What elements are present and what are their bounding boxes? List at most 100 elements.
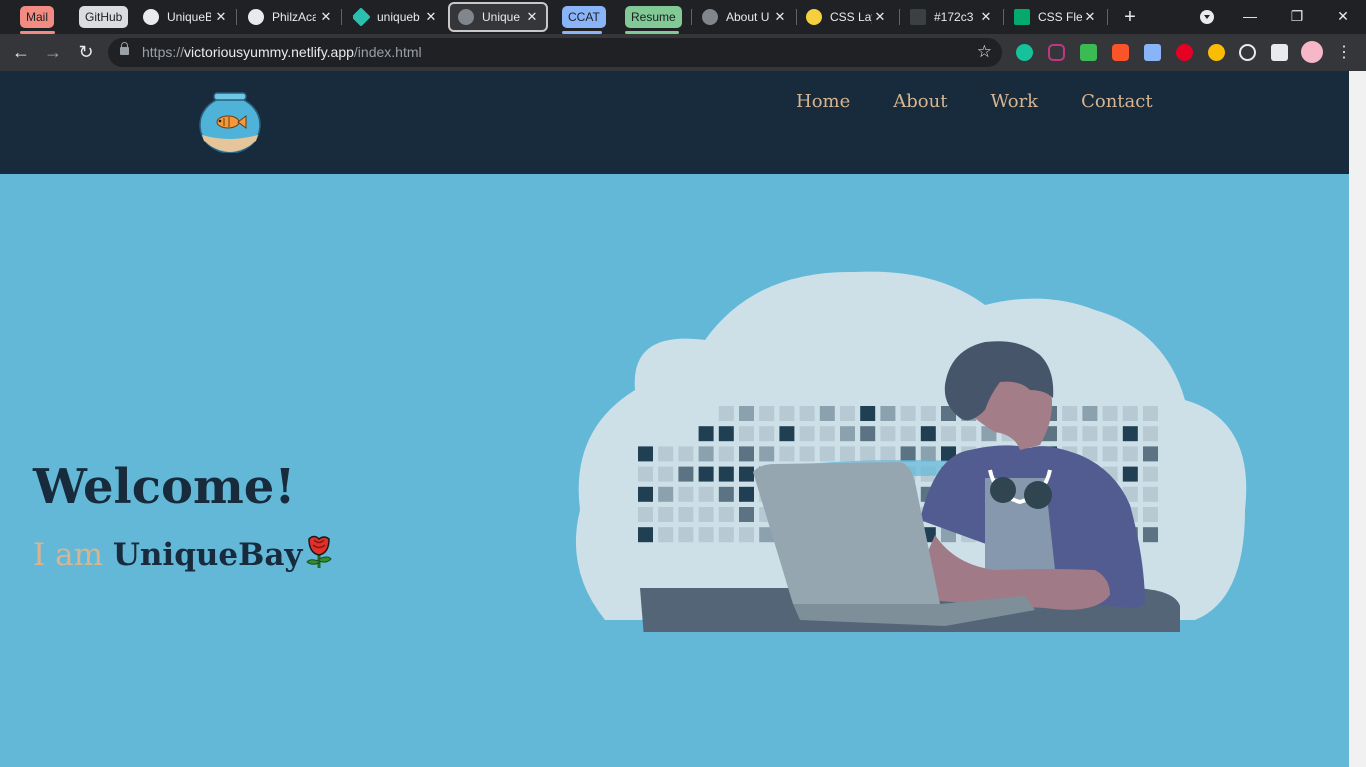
- tab-group-mail[interactable]: Mail: [20, 6, 55, 28]
- close-window-button[interactable]: ✕: [1330, 4, 1356, 28]
- tab-group-ccat[interactable]: CCAT: [562, 6, 606, 28]
- pixel-cell: [880, 426, 896, 442]
- bookmark-star-icon[interactable]: ☆: [977, 42, 992, 62]
- pixel-cell: [638, 446, 653, 462]
- pixel-cell: [718, 466, 734, 482]
- pixel-cell: [658, 486, 674, 502]
- grammarly-icon[interactable]: [1016, 44, 1033, 61]
- forward-button[interactable]: →: [41, 40, 65, 64]
- close-icon[interactable]: ✕: [524, 9, 540, 25]
- pixel-cell: [658, 507, 674, 522]
- pixel-cell: [678, 446, 694, 462]
- tab-separator: [691, 9, 692, 25]
- pixel-cell: [1102, 446, 1118, 462]
- url-text[interactable]: https://victoriousyummy.netlify.app/inde…: [142, 44, 422, 60]
- instagram-icon[interactable]: [1048, 44, 1065, 61]
- pinterest-icon[interactable]: [1176, 44, 1193, 61]
- page-scrollbar[interactable]: [1349, 71, 1366, 767]
- tab-title: CSS Fle: [1038, 10, 1082, 24]
- tab-css-flexbox[interactable]: CSS Fle ✕: [1014, 4, 1098, 30]
- pixel-cell: [739, 446, 754, 462]
- pixel-cell: [819, 426, 835, 442]
- address-bar[interactable]: https://victoriousyummy.netlify.app/inde…: [108, 38, 1002, 67]
- pixel-cell: [718, 406, 734, 421]
- nav-contact[interactable]: Contact: [1081, 91, 1152, 112]
- avg-icon[interactable]: [1080, 44, 1097, 61]
- pixel-cell: [718, 486, 734, 502]
- close-icon[interactable]: ✕: [423, 9, 439, 25]
- pixel-cell: [739, 406, 754, 421]
- react-icon[interactable]: [1239, 44, 1256, 61]
- chrome-color-icon[interactable]: [1208, 44, 1225, 61]
- puzzle-icon[interactable]: [1271, 44, 1288, 61]
- pixel-cell: [1122, 446, 1138, 462]
- lock-icon[interactable]: [120, 42, 129, 55]
- pixel-cell: [718, 507, 734, 522]
- new-tab-button[interactable]: +: [1120, 4, 1140, 30]
- nav-work[interactable]: Work: [990, 91, 1038, 112]
- brave-icon[interactable]: [1112, 44, 1129, 61]
- close-icon[interactable]: ✕: [318, 9, 334, 25]
- netlify-icon: [353, 7, 371, 27]
- close-icon[interactable]: ✕: [213, 9, 229, 25]
- pixel-cell: [678, 527, 694, 543]
- tab-color-172c3c[interactable]: #172c3 ✕: [910, 4, 994, 30]
- pixel-cell: [819, 406, 835, 421]
- tab-separator: [899, 9, 900, 25]
- pixel-cell: [678, 466, 694, 482]
- tab-separator: [341, 9, 342, 25]
- hero-subtitle: I am UniqueBay: [33, 531, 334, 573]
- pixel-cell: [1122, 426, 1138, 442]
- nav-home[interactable]: Home: [796, 91, 850, 112]
- pixel-cell: [1102, 406, 1118, 421]
- tab-title: Unique: [482, 10, 521, 24]
- pixel-cell: [698, 466, 714, 482]
- camera-icon[interactable]: [1144, 44, 1161, 61]
- tab-group-resume[interactable]: Resume: [625, 6, 682, 28]
- restore-button[interactable]: ❐: [1284, 4, 1310, 28]
- more-menu-icon[interactable]: ⋮: [1336, 42, 1352, 62]
- pixel-cell: [900, 406, 916, 421]
- pixel-cell: [759, 446, 775, 462]
- back-button[interactable]: ←: [9, 40, 33, 64]
- tab-title: #172c3: [934, 10, 974, 24]
- pixel-cell: [840, 406, 855, 421]
- pixel-cell: [658, 466, 674, 482]
- url-host: victoriousyummy.netlify.app: [184, 44, 354, 60]
- pixel-cell: [1062, 406, 1078, 421]
- tab-uniquebay-netlify[interactable]: uniqueb ✕: [353, 4, 439, 30]
- pixel-cell: [1122, 466, 1138, 482]
- tab-philzacademy[interactable]: PhilzAca ✕: [248, 4, 334, 30]
- pixel-cell: [718, 527, 734, 543]
- minimize-button[interactable]: —: [1237, 4, 1263, 28]
- pixel-cell: [739, 486, 754, 502]
- close-icon[interactable]: ✕: [1082, 9, 1098, 25]
- tab-about-us[interactable]: About U ✕: [702, 4, 788, 30]
- pixel-cell: [678, 486, 694, 502]
- tab-group-github[interactable]: GitHub: [79, 6, 129, 28]
- pixel-cell: [860, 426, 876, 442]
- nav-about[interactable]: About: [893, 91, 947, 112]
- close-icon[interactable]: ✕: [872, 9, 888, 25]
- close-icon[interactable]: ✕: [978, 9, 994, 25]
- tab-group-label: Mail: [26, 10, 49, 24]
- pixel-cell: [698, 446, 714, 462]
- pixel-cell: [1143, 426, 1158, 442]
- pixel-cell: [819, 446, 835, 462]
- tab-css-layout[interactable]: CSS Lay ✕: [806, 4, 888, 30]
- tab-separator: [796, 9, 797, 25]
- pixel-cell: [961, 426, 977, 442]
- close-icon[interactable]: ✕: [772, 9, 788, 25]
- pixel-cell: [1082, 426, 1098, 442]
- tab-search-icon[interactable]: [1200, 10, 1214, 24]
- pixel-cell: [799, 426, 815, 442]
- tab-uniquebay-github[interactable]: UniqueB ✕: [143, 4, 229, 30]
- pixel-cell: [718, 446, 734, 462]
- fishbowl-logo[interactable]: [198, 91, 262, 153]
- tab-uniquebay-active[interactable]: Unique ✕: [448, 2, 548, 32]
- github-icon: [143, 9, 159, 25]
- reload-button[interactable]: ↻: [74, 40, 98, 64]
- pixel-cell: [1062, 426, 1078, 442]
- pixel-cell: [779, 426, 795, 442]
- profile-avatar[interactable]: [1301, 41, 1323, 63]
